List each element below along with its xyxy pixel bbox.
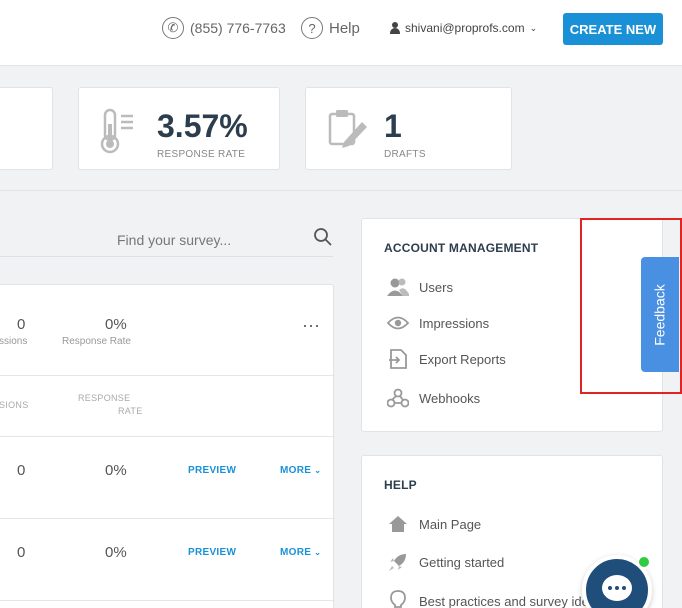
row-impressions: 0 <box>17 544 26 561</box>
account-management-title: ACCOUNT MANAGEMENT <box>384 241 539 255</box>
summary-response-value: 0% <box>105 316 127 333</box>
phone-icon: ✆ <box>162 17 184 39</box>
users-icon <box>387 276 409 298</box>
menu-item-best-practices[interactable]: Best practices and survey ide <box>387 590 589 608</box>
online-status-dot <box>637 555 651 569</box>
top-bar: ✆ (855) 776-7763 ? Help shivani@proprofs… <box>0 0 682 66</box>
help-label: Help <box>329 19 360 37</box>
lightbulb-icon <box>387 590 409 608</box>
user-email: shivani@proprofs.com <box>405 21 525 35</box>
row-response: 0% <box>105 462 127 479</box>
phone-number: (855) 776-7763 <box>190 20 286 36</box>
more-label: MORE <box>280 465 312 476</box>
rocket-icon <box>387 551 409 573</box>
preview-button[interactable]: PREVIEW <box>188 547 236 558</box>
survey-card: 0 ssions 0% Response Rate SIONS RESPONSE… <box>0 284 335 608</box>
chat-bubble-icon <box>602 575 632 601</box>
row-divider <box>0 518 335 519</box>
create-new-button[interactable]: CREATE NEW <box>563 13 663 45</box>
export-reports-label: Export Reports <box>419 351 506 367</box>
menu-item-export-reports[interactable]: Export Reports <box>387 348 506 370</box>
more-button[interactable]: MORE ⌄ <box>280 465 321 476</box>
search-underline <box>0 256 333 257</box>
user-menu[interactable]: shivani@proprofs.com ⌄ <box>390 18 537 38</box>
webhook-icon <box>387 387 409 409</box>
response-rate-label: RESPONSE RATE <box>157 149 246 160</box>
response-rate-value: 3.57% <box>157 108 248 144</box>
search-icon[interactable] <box>313 227 333 252</box>
row-divider <box>0 600 335 601</box>
stat-card-partial <box>0 87 53 170</box>
col-header-response-line2: RATE <box>118 406 143 416</box>
help-card-title: HELP <box>384 478 417 492</box>
stat-card-drafts[interactable]: 1 DRAFTS <box>305 87 512 170</box>
menu-item-impressions[interactable]: Impressions <box>387 312 489 334</box>
kebab-menu-icon[interactable]: ⋯ <box>302 316 321 337</box>
section-divider <box>0 190 682 191</box>
phone-link[interactable]: ✆ (855) 776-7763 <box>162 16 286 40</box>
thermometer-icon <box>99 108 139 159</box>
getting-started-label: Getting started <box>419 554 505 570</box>
clipboard-pencil-icon <box>326 108 368 155</box>
menu-item-main-page[interactable]: Main Page <box>387 513 481 535</box>
users-label: Users <box>419 279 453 295</box>
highlight-box <box>580 218 682 394</box>
webhooks-label: Webhooks <box>419 390 481 406</box>
summary-impressions-value: 0 <box>17 316 26 333</box>
best-practices-label: Best practices and survey ide <box>419 593 589 608</box>
impressions-label: Impressions <box>419 315 490 331</box>
summary-response-label: Response Rate <box>62 336 131 347</box>
row-divider <box>0 375 335 376</box>
home-icon <box>387 513 409 535</box>
col-header-impressions: SIONS <box>0 400 29 410</box>
question-icon: ? <box>301 17 323 39</box>
row-response: 0% <box>105 544 127 561</box>
more-button[interactable]: MORE ⌄ <box>280 547 321 558</box>
row-impressions: 0 <box>17 462 26 479</box>
col-header-response-line1: RESPONSE <box>78 393 131 403</box>
drafts-label: DRAFTS <box>384 149 426 160</box>
preview-button[interactable]: PREVIEW <box>188 465 236 476</box>
drafts-value: 1 <box>384 108 402 144</box>
stat-card-response-rate: 3.57% RESPONSE RATE <box>78 87 280 170</box>
summary-impressions-label: ssions <box>0 336 28 347</box>
menu-item-getting-started[interactable]: Getting started <box>387 551 504 573</box>
user-icon <box>390 22 400 34</box>
help-link[interactable]: ? Help <box>301 16 360 40</box>
chevron-down-icon: ⌄ <box>529 22 538 33</box>
export-icon <box>387 348 409 370</box>
main-page-label: Main Page <box>419 516 482 532</box>
menu-item-users[interactable]: Users <box>387 276 453 298</box>
chevron-down-icon: ⌄ <box>314 466 322 475</box>
eye-icon <box>387 312 409 334</box>
chevron-down-icon: ⌄ <box>314 548 322 557</box>
search-input[interactable]: Find your survey... <box>117 232 231 248</box>
menu-item-webhooks[interactable]: Webhooks <box>387 387 480 409</box>
row-divider <box>0 436 335 437</box>
more-label: MORE <box>280 547 312 558</box>
